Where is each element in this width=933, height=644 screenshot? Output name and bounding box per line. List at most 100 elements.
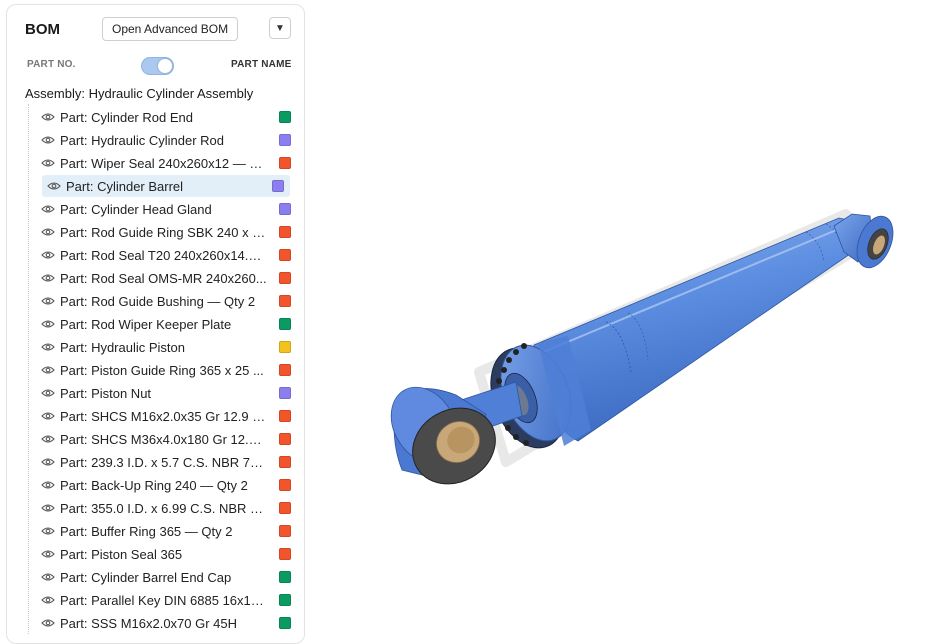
part-label: Part: Rod Wiper Keeper Plate xyxy=(60,316,232,332)
visibility-eye-icon[interactable] xyxy=(41,365,55,375)
bom-part-row[interactable]: Part: Rod Guide Bushing — Qty 2 xyxy=(41,290,291,312)
part-color-swatch[interactable] xyxy=(279,479,291,491)
part-name-toggle[interactable] xyxy=(141,57,174,75)
visibility-eye-icon[interactable] xyxy=(47,181,61,191)
part-label: Part: Piston Guide Ring 365 x 25 ... xyxy=(60,362,264,378)
part-label: Part: Piston Nut xyxy=(60,385,152,401)
part-color-swatch[interactable] xyxy=(279,502,291,514)
part-color-swatch[interactable] xyxy=(279,295,291,307)
part-color-swatch[interactable] xyxy=(279,203,291,215)
visibility-eye-icon[interactable] xyxy=(41,503,55,513)
bom-part-row[interactable]: Part: Hydraulic Piston xyxy=(41,336,291,358)
part-color-swatch[interactable] xyxy=(279,525,291,537)
visibility-eye-icon[interactable] xyxy=(41,250,55,260)
bom-part-row[interactable]: Part: 355.0 I.D. x 6.99 C.S. NBR 70 ... xyxy=(41,497,291,519)
part-color-swatch[interactable] xyxy=(279,364,291,376)
part-label: Part: 355.0 I.D. x 6.99 C.S. NBR 70 ... xyxy=(60,500,268,516)
part-label: Part: Hydraulic Cylinder Rod xyxy=(60,132,225,148)
bom-part-row[interactable]: Part: Cylinder Head Gland xyxy=(41,198,291,220)
visibility-eye-icon[interactable] xyxy=(41,135,55,145)
bom-part-row[interactable]: Part: Wiper Seal 240x260x12 — Q... xyxy=(41,152,291,174)
part-label: Part: Rod Guide Ring SBK 240 x 4... xyxy=(60,224,268,240)
bom-part-row[interactable]: Part: Rod Wiper Keeper Plate xyxy=(41,313,291,335)
bom-part-row[interactable]: Part: Piston Seal 365 xyxy=(41,543,291,565)
3d-viewport[interactable] xyxy=(306,0,933,638)
part-label: Part: Parallel Key DIN 6885 16x10x... xyxy=(60,592,268,608)
part-color-swatch[interactable] xyxy=(279,272,291,284)
assembly-label[interactable]: Assembly: Hydraulic Cylinder Assembly xyxy=(25,86,253,101)
tree-connector xyxy=(28,104,29,634)
bom-part-row[interactable]: Part: Buffer Ring 365 — Qty 2 xyxy=(41,520,291,542)
visibility-eye-icon[interactable] xyxy=(41,273,55,283)
part-label: Part: Back-Up Ring 240 — Qty 2 xyxy=(60,477,248,493)
visibility-eye-icon[interactable] xyxy=(41,227,55,237)
open-advanced-bom-button[interactable]: Open Advanced BOM xyxy=(102,17,239,41)
part-color-swatch[interactable] xyxy=(279,318,291,330)
part-name-label: PART NAME xyxy=(231,59,292,70)
bom-part-row[interactable]: Part: Back-Up Ring 240 — Qty 2 xyxy=(41,474,291,496)
visibility-eye-icon[interactable] xyxy=(41,319,55,329)
bom-part-row[interactable]: Part: Cylinder Barrel xyxy=(42,175,290,197)
part-color-swatch[interactable] xyxy=(279,134,291,146)
bom-part-row[interactable]: Part: Piston Nut xyxy=(41,382,291,404)
caret-down-icon: ▼ xyxy=(275,22,285,34)
bom-part-row[interactable]: Part: SHCS M16x2.0x35 Gr 12.9 — ... xyxy=(41,405,291,427)
part-color-swatch[interactable] xyxy=(279,571,291,583)
visibility-eye-icon[interactable] xyxy=(41,480,55,490)
bom-part-row[interactable]: Part: Rod Seal T20 240x260x14.6 ... xyxy=(41,244,291,266)
part-label: Part: Wiper Seal 240x260x12 — Q... xyxy=(60,155,268,171)
visibility-eye-icon[interactable] xyxy=(41,549,55,559)
part-color-swatch[interactable] xyxy=(272,180,284,192)
part-color-swatch[interactable] xyxy=(279,456,291,468)
label-toggle-row: PART NO. PART NAME xyxy=(7,57,306,75)
part-label: Part: Piston Seal 365 xyxy=(60,546,183,562)
part-color-swatch[interactable] xyxy=(279,594,291,606)
visibility-eye-icon[interactable] xyxy=(41,526,55,536)
part-color-swatch[interactable] xyxy=(279,226,291,238)
part-label: Part: SHCS M16x2.0x35 Gr 12.9 — ... xyxy=(60,408,268,424)
bom-part-row[interactable]: Part: Hydraulic Cylinder Rod xyxy=(41,129,291,151)
part-label: Part: Hydraulic Piston xyxy=(60,339,185,355)
part-color-swatch[interactable] xyxy=(279,249,291,261)
part-color-swatch[interactable] xyxy=(279,387,291,399)
cylinder-end-cap[interactable] xyxy=(833,211,900,273)
visibility-eye-icon[interactable] xyxy=(41,618,55,628)
visibility-eye-icon[interactable] xyxy=(41,296,55,306)
bom-part-row[interactable]: Part: Piston Guide Ring 365 x 25 ... xyxy=(41,359,291,381)
part-label: Part: Cylinder Barrel xyxy=(66,178,184,194)
visibility-eye-icon[interactable] xyxy=(41,572,55,582)
bom-part-row[interactable]: Part: Rod Guide Ring SBK 240 x 4... xyxy=(41,221,291,243)
bom-part-row[interactable]: Part: Cylinder Barrel End Cap xyxy=(41,566,291,588)
bom-part-row[interactable]: Part: SHCS M36x4.0x180 Gr 12.9 ... xyxy=(41,428,291,450)
visibility-eye-icon[interactable] xyxy=(41,158,55,168)
visibility-eye-icon[interactable] xyxy=(41,457,55,467)
part-label: Part: Cylinder Barrel End Cap xyxy=(60,569,232,585)
part-color-swatch[interactable] xyxy=(279,157,291,169)
part-label: Part: SHCS M36x4.0x180 Gr 12.9 ... xyxy=(60,431,268,447)
visibility-eye-icon[interactable] xyxy=(41,112,55,122)
part-number-label: PART NO. xyxy=(27,59,76,70)
bom-menu-button[interactable]: ▼ xyxy=(269,17,291,39)
visibility-eye-icon[interactable] xyxy=(41,411,55,421)
visibility-eye-icon[interactable] xyxy=(41,204,55,214)
part-color-swatch[interactable] xyxy=(279,341,291,353)
part-color-swatch[interactable] xyxy=(279,111,291,123)
bom-part-row[interactable]: Part: SSS M16x2.0x70 Gr 45H xyxy=(41,612,291,634)
hydraulic-cylinder-model[interactable] xyxy=(306,0,933,638)
part-color-swatch[interactable] xyxy=(279,433,291,445)
visibility-eye-icon[interactable] xyxy=(41,434,55,444)
bom-part-row[interactable]: Part: Parallel Key DIN 6885 16x10x... xyxy=(41,589,291,611)
bom-part-row[interactable]: Part: 239.3 I.D. x 5.7 C.S. NBR 70 S... xyxy=(41,451,291,473)
visibility-eye-icon[interactable] xyxy=(41,388,55,398)
part-color-swatch[interactable] xyxy=(279,410,291,422)
part-label: Part: Cylinder Rod End xyxy=(60,109,193,125)
part-color-swatch[interactable] xyxy=(279,548,291,560)
toggle-knob xyxy=(158,59,172,73)
visibility-eye-icon[interactable] xyxy=(41,595,55,605)
part-label: Part: Rod Guide Bushing — Qty 2 xyxy=(60,293,256,309)
part-label: Part: 239.3 I.D. x 5.7 C.S. NBR 70 S... xyxy=(60,454,268,470)
visibility-eye-icon[interactable] xyxy=(41,342,55,352)
bom-part-row[interactable]: Part: Cylinder Rod End xyxy=(41,106,291,128)
bom-part-row[interactable]: Part: Rod Seal OMS-MR 240x260... xyxy=(41,267,291,289)
part-color-swatch[interactable] xyxy=(279,617,291,629)
